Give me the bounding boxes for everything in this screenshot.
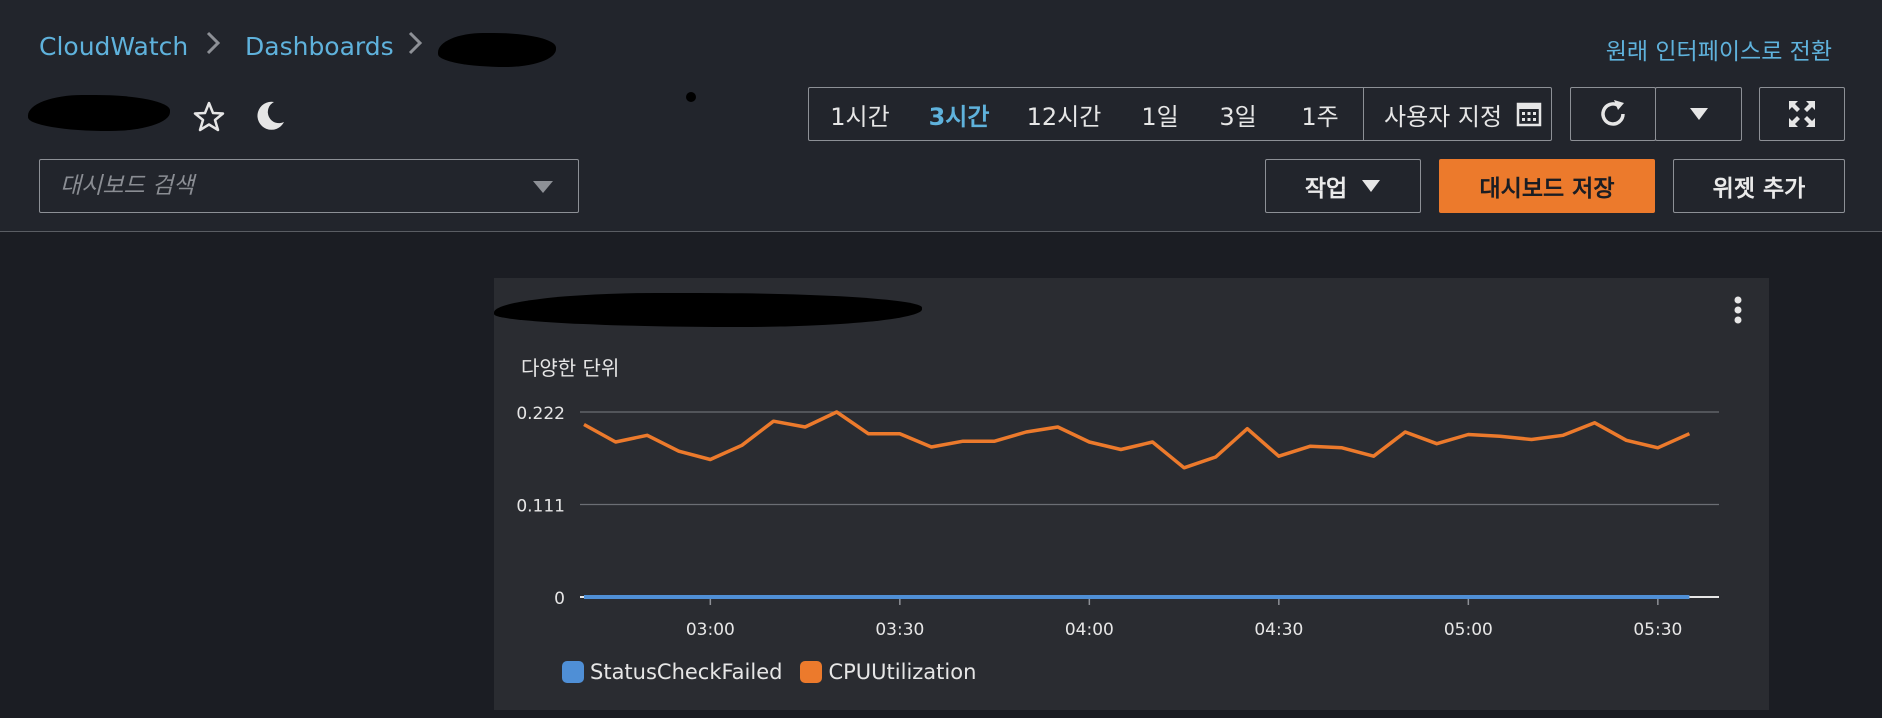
line-chart: 0.222 0.111 0 03:00 03:30 04:00 04:30 05:00 05:3… xyxy=(516,404,1719,640)
legend-item-cpu[interactable]: CPUUtilization xyxy=(800,660,976,684)
range-option-1h[interactable]: 1시간 xyxy=(809,88,911,140)
range-option-3d[interactable]: 3일 xyxy=(1199,88,1277,140)
actions-label: 작업 xyxy=(1304,176,1348,202)
time-range-selector: 1시간 3시간 12시간 1일 3일 1주 사용자 지정 xyxy=(808,87,1552,141)
x-tick-label: 04:00 xyxy=(1065,620,1114,640)
y-tick-label: 0.111 xyxy=(516,497,565,517)
legend-swatch xyxy=(800,661,823,683)
x-tick-label: 03:00 xyxy=(686,620,735,640)
range-option-3h[interactable]: 3시간 xyxy=(911,88,1007,140)
x-tick-label: 03:30 xyxy=(875,620,924,640)
redacted-mark xyxy=(686,92,696,102)
refresh-options-button[interactable] xyxy=(1655,87,1742,141)
fullscreen-button[interactable] xyxy=(1759,87,1845,141)
range-option-12h[interactable]: 12시간 xyxy=(1007,88,1121,140)
range-option-1w[interactable]: 1주 xyxy=(1277,88,1363,140)
breadcrumb-cloudwatch[interactable]: CloudWatch xyxy=(39,32,188,61)
chevron-right-icon xyxy=(206,31,221,55)
caret-down-icon xyxy=(533,181,553,193)
x-tick-label: 05:00 xyxy=(1444,620,1493,640)
actions-button[interactable]: 작업 xyxy=(1265,159,1421,213)
chevron-right-icon xyxy=(408,31,423,55)
dashboard-header: CloudWatch Dashboards 원래 인터페이스로 전환 1시간 3… xyxy=(0,0,1882,232)
series-line-cpuutilization xyxy=(583,410,1691,470)
moon-icon[interactable] xyxy=(252,98,288,134)
redacted-dashboard-name xyxy=(438,33,556,67)
redacted-page-title xyxy=(28,95,170,131)
y-tick-label: 0.222 xyxy=(516,404,565,424)
fullscreen-icon xyxy=(1789,101,1815,127)
x-tick-label: 05:30 xyxy=(1633,620,1682,640)
refresh-icon xyxy=(1601,100,1625,126)
calendar-icon xyxy=(1516,102,1542,127)
legend-swatch xyxy=(562,661,584,683)
breadcrumb-dashboards[interactable]: Dashboards xyxy=(245,32,394,61)
range-option-custom[interactable]: 사용자 지정 xyxy=(1363,88,1551,140)
chart-legend: StatusCheckFailed CPUUtilization xyxy=(562,660,976,684)
legend-label: StatusCheckFailed xyxy=(590,660,783,684)
caret-down-icon xyxy=(1689,108,1708,120)
save-dashboard-button[interactable]: 대시보드 저장 xyxy=(1439,159,1655,213)
dashboard-search[interactable] xyxy=(39,159,579,213)
caret-down-icon xyxy=(1362,180,1381,192)
metric-widget: 다양한 단위 0.222 0.111 0 03:00 03:30 04:00 04:30 05… xyxy=(494,278,1769,710)
add-widget-button[interactable]: 위젯 추가 xyxy=(1673,159,1845,213)
switch-interface-link[interactable]: 원래 인터페이스로 전환 xyxy=(1606,32,1832,66)
x-tick-label: 04:30 xyxy=(1254,620,1303,640)
y-tick-label: 0 xyxy=(554,589,565,609)
star-icon[interactable] xyxy=(192,100,226,134)
legend-label: CPUUtilization xyxy=(828,660,977,684)
search-input[interactable] xyxy=(40,160,578,212)
range-option-1d[interactable]: 1일 xyxy=(1121,88,1199,140)
legend-item-status[interactable]: StatusCheckFailed xyxy=(562,660,782,684)
refresh-button[interactable] xyxy=(1570,87,1656,141)
custom-range-label: 사용자 지정 xyxy=(1384,102,1503,131)
